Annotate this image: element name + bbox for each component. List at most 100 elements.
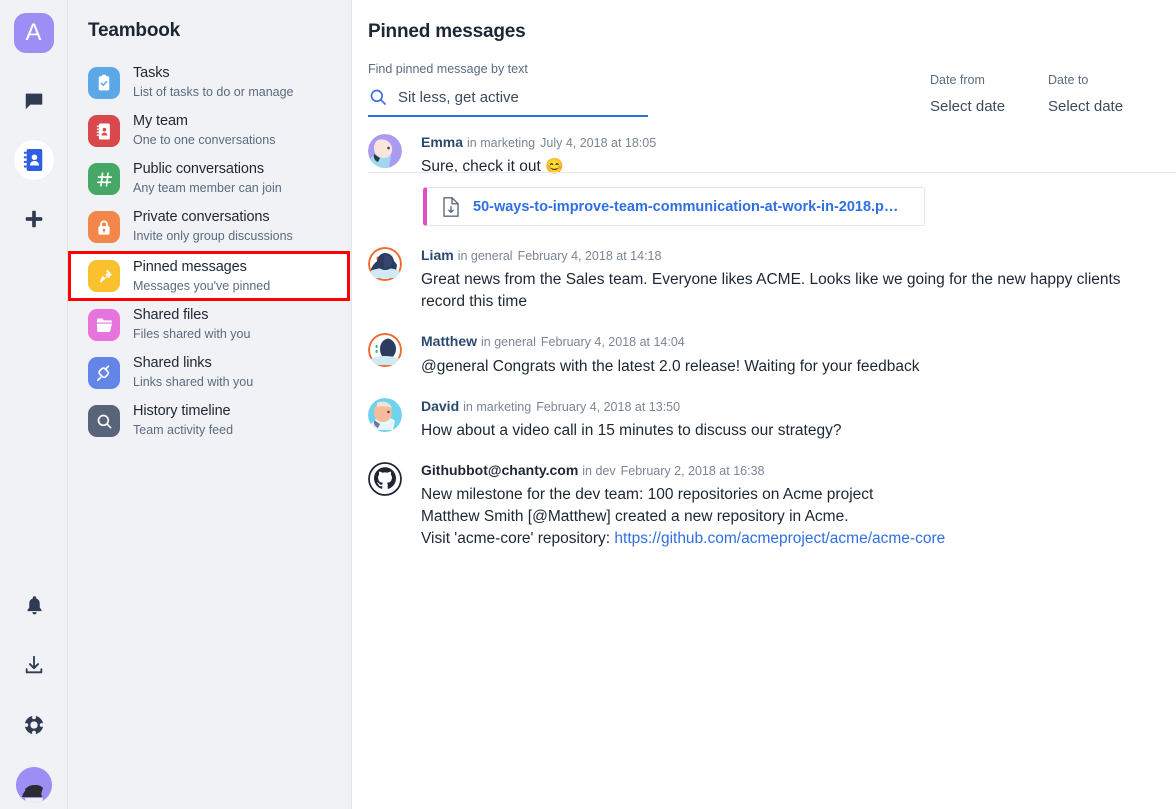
message-channel[interactable]: in marketing (463, 400, 531, 414)
folder-icon (88, 309, 120, 341)
message-body: Githubbot@chanty.com in dev February 2, 20… (421, 459, 945, 550)
date-from-field[interactable]: Date from Select date (930, 73, 1005, 115)
file-download-icon (441, 196, 461, 218)
message-body: Matthew in general February 4, 2018 at 14:… (421, 330, 920, 377)
filter-divider (368, 172, 1176, 173)
search-icon (368, 87, 388, 107)
emma-avatar (368, 134, 402, 168)
sidebar-title: Teambook (68, 0, 351, 42)
help-icon[interactable] (14, 705, 54, 745)
message-channel[interactable]: in marketing (467, 136, 535, 150)
main-panel: Pinned messages Find pinned message by t… (352, 0, 1176, 809)
message-text: Sure, check it out 😊 (421, 156, 925, 178)
sidebar-item-private-conversations[interactable]: Private conversations Invite only group … (68, 203, 351, 251)
search-caption: Find pinned message by text (368, 62, 649, 76)
search-field-group: Find pinned message by text (368, 62, 649, 117)
sidebar-item-shared-files[interactable]: Shared files Files shared with you (68, 301, 351, 349)
date-to-field[interactable]: Date to Select date (1048, 73, 1123, 115)
message-line-2: Matthew Smith [@Matthew] created a new r… (421, 506, 945, 528)
message-item[interactable]: Matthew in general February 4, 2018 at 14:… (368, 330, 1176, 377)
sidebar-item-shared-links[interactable]: Shared links Links shared with you (68, 349, 351, 397)
contacts-icon[interactable] (14, 140, 54, 180)
message-channel[interactable]: in dev (582, 464, 615, 478)
pinned-messages-list: Emma in marketing July 4, 2018 at 18:05 Su… (352, 117, 1176, 550)
message-meta: Githubbot@chanty.com in dev February 2, 20… (421, 461, 945, 480)
sidebar-item-my-team[interactable]: My team One to one conversations (68, 107, 351, 155)
github-repo-link[interactable]: https://github.com/acmeproject/acme/acme… (614, 530, 945, 547)
message-date: July 4, 2018 at 18:05 (540, 136, 656, 150)
page-title: Pinned messages (352, 0, 1176, 43)
sidebar-item-label: Tasks (133, 65, 294, 82)
sidebar-item-label: My team (133, 113, 275, 130)
sidebar-item-sub: Files shared with you (133, 327, 250, 341)
avatar[interactable] (16, 767, 52, 803)
attachment-filename[interactable]: 50-ways-to-improve-team-communication-at… (473, 199, 898, 215)
sidebar: Teambook Tasks List of tasks to do or ma… (68, 0, 352, 809)
sidebar-item-label: Pinned messages (133, 259, 270, 276)
david-avatar (368, 398, 402, 432)
sidebar-item-sub: Links shared with you (133, 375, 253, 389)
github-avatar (368, 462, 402, 496)
sidebar-item-label: Public conversations (133, 161, 282, 178)
sidebar-item-label: Private conversations (133, 209, 293, 226)
message-author[interactable]: Emma (421, 134, 463, 150)
message-item[interactable]: Davidin marketingFebruary 4, 2018 at 13:… (368, 395, 1176, 442)
message-text: @general Congrats with the latest 2.0 re… (421, 356, 920, 378)
date-from-caption: Date from (930, 73, 1005, 87)
chat-icon[interactable] (14, 81, 54, 121)
message-body: Emma in marketing July 4, 2018 at 18:05 Su… (421, 131, 925, 226)
icon-rail: A (0, 0, 68, 809)
sidebar-item-label: Shared files (133, 307, 250, 324)
date-to-caption: Date to (1048, 73, 1123, 87)
message-author[interactable]: Liam (421, 247, 454, 263)
sidebar-item-sub: Any team member can join (133, 181, 282, 195)
message-item[interactable]: Emma in marketing July 4, 2018 at 18:05 Su… (368, 131, 1176, 226)
link-icon (88, 357, 120, 389)
filter-bar: Find pinned message by text Date from Se… (352, 43, 1176, 117)
message-line-3: Visit 'acme-core' repository: https://gi… (421, 528, 945, 550)
message-author[interactable]: David (421, 398, 459, 414)
matthew-avatar (368, 333, 402, 367)
sidebar-item-label: History timeline (133, 403, 233, 420)
sidebar-item-sub: List of tasks to do or manage (133, 85, 294, 99)
lock-icon (88, 211, 120, 243)
message-line-1: New milestone for the dev team: 100 repo… (421, 484, 945, 506)
app-window: A (0, 0, 1176, 809)
sidebar-item-public-conversations[interactable]: Public conversations Any team member can… (68, 155, 351, 203)
attachment-card[interactable]: 50-ways-to-improve-team-communication-at… (423, 187, 925, 226)
message-author[interactable]: Githubbot@chanty.com (421, 462, 578, 478)
date-from-value[interactable]: Select date (930, 98, 1005, 115)
liam-avatar (368, 247, 402, 281)
message-date: February 4, 2018 at 14:04 (541, 335, 685, 349)
plus-icon[interactable] (14, 199, 54, 239)
bell-icon[interactable] (14, 585, 54, 625)
sidebar-item-pinned-messages[interactable]: Pinned messages Messages you've pinned (68, 251, 350, 301)
message-channel[interactable]: in general (458, 249, 513, 263)
message-meta: Emma in marketing July 4, 2018 at 18:05 (421, 133, 925, 152)
message-body: Liamin generalFebruary 4, 2018 at 14:18 … (421, 244, 1151, 313)
clipboard-check-icon (88, 67, 120, 99)
message-author[interactable]: Matthew (421, 333, 477, 349)
date-to-value[interactable]: Select date (1048, 98, 1123, 115)
search-row[interactable] (368, 85, 649, 109)
message-item[interactable]: Githubbot@chanty.com in dev February 2, 20… (368, 459, 1176, 550)
pin-icon (88, 260, 120, 292)
message-meta: Matthew in general February 4, 2018 at 14:… (421, 332, 920, 351)
sidebar-item-tasks[interactable]: Tasks List of tasks to do or manage (68, 59, 351, 107)
contact-book-icon (88, 115, 120, 147)
message-line-3-prefix: Visit 'acme-core' repository: (421, 530, 614, 547)
message-item[interactable]: Liamin generalFebruary 4, 2018 at 14:18 … (368, 244, 1176, 313)
workspace-logo[interactable]: A (14, 13, 54, 53)
sidebar-item-sub: Invite only group discussions (133, 229, 293, 243)
search-underline (368, 115, 648, 117)
message-meta: Davidin marketingFebruary 4, 2018 at 13:… (421, 397, 841, 416)
message-channel[interactable]: in general (481, 335, 536, 349)
search-input[interactable] (398, 89, 638, 106)
download-icon[interactable] (14, 645, 54, 685)
message-body: Davidin marketingFebruary 4, 2018 at 13:… (421, 395, 841, 442)
hash-icon (88, 163, 120, 195)
search-icon (88, 405, 120, 437)
sidebar-item-history-timeline[interactable]: History timeline Team activity feed (68, 397, 351, 445)
message-date: February 2, 2018 at 16:38 (621, 464, 765, 478)
sidebar-nav: Tasks List of tasks to do or manage My t… (68, 59, 351, 445)
